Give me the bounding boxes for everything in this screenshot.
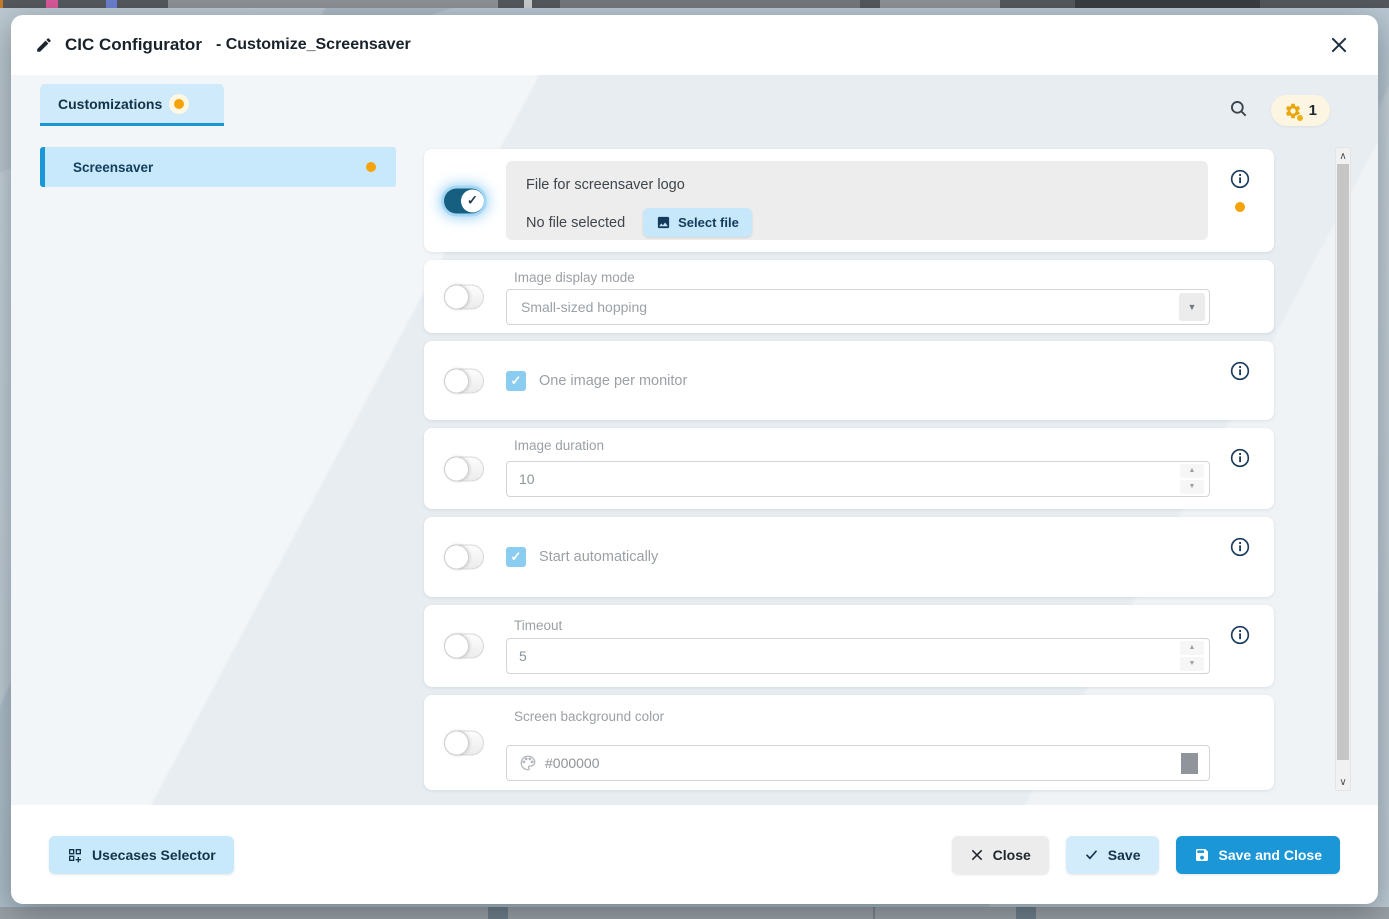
duration-toggle[interactable] <box>444 456 484 481</box>
tab-customizations[interactable]: Customizations <box>40 84 224 126</box>
palette-icon <box>519 754 537 772</box>
row-screen-background-color: Screen background color <box>424 695 1274 790</box>
autostart-label: Start automatically <box>539 549 658 565</box>
dashboard-customize-icon <box>67 847 83 863</box>
badge-count: 1 <box>1309 102 1317 119</box>
stepper-up-icon[interactable]: ▲ <box>1180 641 1204 655</box>
sidebar-item-label: Screensaver <box>73 160 153 175</box>
unsaved-changes-dot <box>366 162 376 172</box>
info-icon[interactable] <box>1230 537 1250 557</box>
duration-input[interactable] <box>507 471 1180 487</box>
chevron-down-icon[interactable]: ▼ <box>1179 293 1205 321</box>
search-icon[interactable] <box>1229 99 1249 122</box>
save-label: Save <box>1108 847 1141 863</box>
settings-rows: ✓ File for screensaver logo No file sele… <box>424 149 1274 790</box>
display-mode-label: Image display mode <box>514 270 635 285</box>
scrollbar-thumb[interactable] <box>1337 164 1349 760</box>
scroll-down-icon[interactable]: ∨ <box>1336 774 1350 790</box>
row-timeout: Timeout ▲ ▼ <box>424 605 1274 687</box>
customizations-count-badge[interactable]: 1 <box>1271 95 1330 126</box>
close-label: Close <box>993 847 1031 863</box>
close-button[interactable]: Close <box>952 836 1049 874</box>
info-icon[interactable] <box>1230 625 1250 645</box>
number-stepper: ▲ ▼ <box>1180 464 1204 494</box>
sidebar-item-screensaver[interactable]: Screensaver <box>40 147 396 187</box>
duration-label: Image duration <box>514 438 604 453</box>
file-status-text: No file selected <box>526 215 625 231</box>
row-image-display-mode: Image display mode Small-sized hopping ▼ <box>424 260 1274 333</box>
toggle-check-icon: ✓ <box>461 189 484 212</box>
file-logo-toggle[interactable]: ✓ <box>444 188 484 213</box>
stepper-up-icon[interactable]: ▲ <box>1180 464 1204 478</box>
dialog-subtitle: - Customize_Screensaver <box>216 36 411 54</box>
one-image-label: One image per monitor <box>539 373 687 389</box>
save-and-close-button[interactable]: Save and Close <box>1176 836 1341 874</box>
row-file-for-screensaver-logo: ✓ File for screensaver logo No file sele… <box>424 149 1274 252</box>
stepper-down-icon[interactable]: ▼ <box>1180 480 1204 494</box>
timeout-field: ▲ ▼ <box>506 638 1210 674</box>
save-and-close-label: Save and Close <box>1219 847 1323 863</box>
file-picker-panel: File for screensaver logo No file select… <box>506 161 1208 240</box>
row-start-automatically: ✓ Start automatically <box>424 517 1274 597</box>
usecases-selector-label: Usecases Selector <box>92 847 216 863</box>
info-icon[interactable] <box>1230 448 1250 468</box>
file-picker-label: File for screensaver logo <box>526 177 1188 193</box>
dialog-footer: Usecases Selector Close Save Save and Cl… <box>11 805 1378 904</box>
select-file-label: Select file <box>678 215 739 230</box>
one-image-checkbox[interactable]: ✓ <box>506 371 526 391</box>
background-browser-strip <box>0 0 1389 8</box>
timeout-label: Timeout <box>514 618 562 633</box>
unsaved-changes-dot <box>1235 202 1245 212</box>
display-mode-value: Small-sized hopping <box>507 299 1179 315</box>
image-icon <box>656 215 671 230</box>
bg-color-field <box>506 745 1210 781</box>
bg-color-toggle[interactable] <box>444 730 484 755</box>
dialog-header: CIC Configurator - Customize_Screensaver <box>11 15 1378 75</box>
dialog-body: Customizations 1 Screensaver <box>11 75 1378 805</box>
row-image-duration: Image duration ▲ ▼ <box>424 428 1274 509</box>
dialog-title: CIC Configurator <box>65 35 202 55</box>
background-taskbar-strip <box>0 907 1389 919</box>
one-image-toggle[interactable] <box>444 368 484 393</box>
bg-color-input[interactable] <box>537 755 1181 771</box>
customization-gear-icon <box>1284 102 1302 120</box>
info-icon[interactable] <box>1230 361 1250 381</box>
body-toolbar: 1 <box>1229 95 1330 126</box>
check-icon <box>1084 847 1099 862</box>
close-icon[interactable] <box>1324 30 1354 60</box>
number-stepper: ▲ ▼ <box>1180 641 1204 671</box>
timeout-toggle[interactable] <box>444 634 484 659</box>
tab-label: Customizations <box>58 96 162 112</box>
stepper-down-icon[interactable]: ▼ <box>1180 657 1204 671</box>
timeout-input[interactable] <box>507 648 1180 664</box>
select-file-button[interactable]: Select file <box>643 208 752 237</box>
cic-configurator-dialog: CIC Configurator - Customize_Screensaver… <box>11 15 1378 904</box>
color-swatch[interactable] <box>1181 753 1198 774</box>
edit-pencil-icon <box>35 36 53 54</box>
save-button[interactable]: Save <box>1066 836 1159 874</box>
duration-field: ▲ ▼ <box>506 461 1210 497</box>
vertical-scrollbar: ∧ ∨ <box>1335 147 1351 791</box>
scroll-up-icon[interactable]: ∧ <box>1336 148 1350 164</box>
save-floppy-icon <box>1194 847 1210 863</box>
display-mode-select[interactable]: Small-sized hopping ▼ <box>506 289 1210 325</box>
close-x-icon <box>970 848 984 862</box>
display-mode-toggle[interactable] <box>444 284 484 309</box>
autostart-toggle[interactable] <box>444 545 484 570</box>
info-icon[interactable] <box>1230 169 1250 189</box>
row-one-image-per-monitor: ✓ One image per monitor <box>424 341 1274 420</box>
autostart-checkbox[interactable]: ✓ <box>506 547 526 567</box>
bg-color-label: Screen background color <box>514 709 664 724</box>
usecases-selector-button[interactable]: Usecases Selector <box>49 836 234 874</box>
unsaved-changes-dot <box>174 99 184 109</box>
